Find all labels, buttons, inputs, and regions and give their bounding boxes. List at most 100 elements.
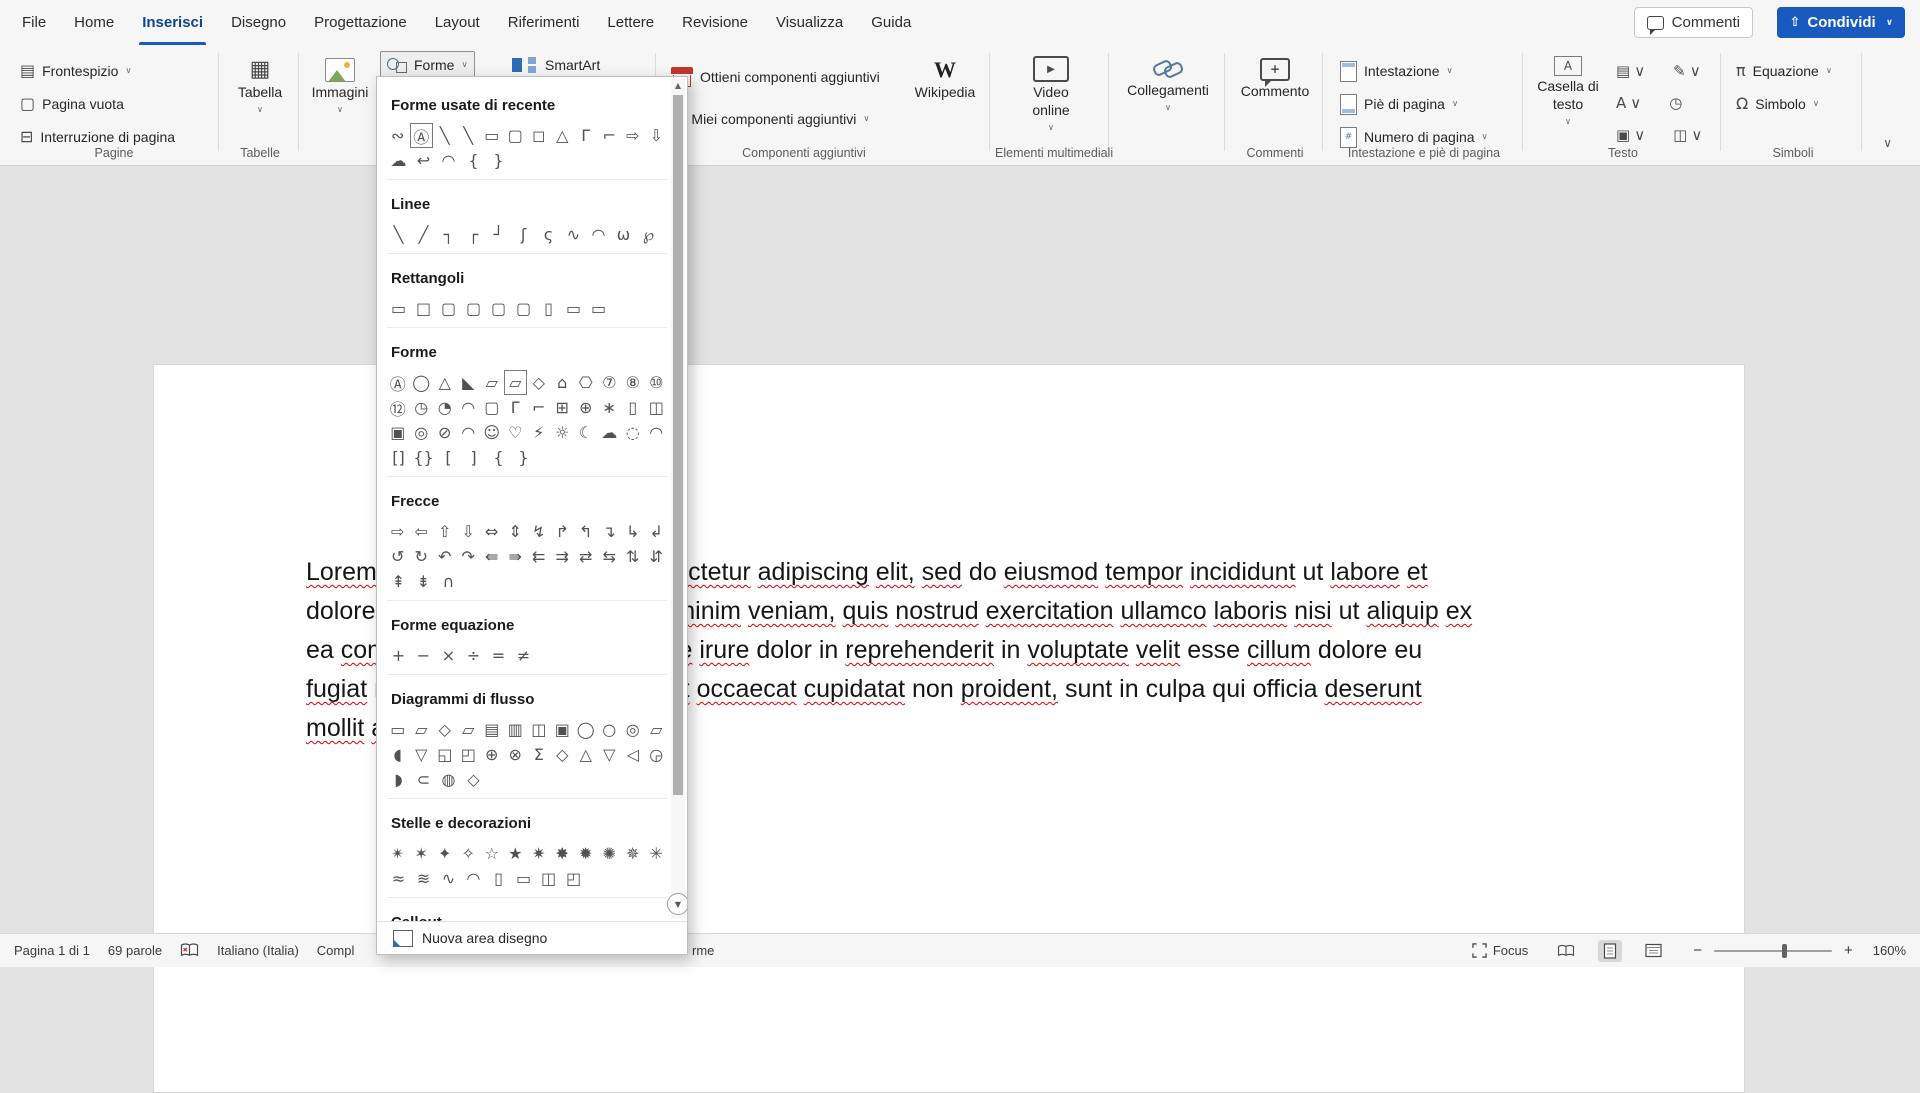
shape-item[interactable]: ╲	[458, 124, 480, 147]
shape-item[interactable]: ▱	[481, 371, 503, 394]
tab-file[interactable]: File	[8, 0, 60, 45]
shape-item[interactable]: ◇	[434, 718, 456, 741]
shape-item[interactable]: ⊕	[481, 743, 503, 766]
shape-item[interactable]: ✸	[552, 842, 574, 865]
web-layout-button[interactable]	[1640, 940, 1667, 961]
drop-cap-button[interactable]: ▣∨	[1610, 125, 1651, 145]
shape-item[interactable]: {	[462, 149, 485, 172]
shapes-button[interactable]: Forme ∨	[380, 51, 475, 79]
shape-item[interactable]: Γ	[575, 124, 597, 147]
shape-item[interactable]: ☁	[599, 421, 621, 444]
shape-item[interactable]: ∿	[437, 867, 460, 890]
comments-button[interactable]: Commenti	[1634, 7, 1753, 38]
shape-item[interactable]: ⇟	[412, 570, 435, 593]
shape-item[interactable]: ◫	[528, 718, 550, 741]
shape-item[interactable]: ▭	[512, 867, 535, 890]
shape-item[interactable]: ▭	[481, 124, 503, 147]
shape-item[interactable]: ⚡	[528, 421, 550, 444]
shape-item[interactable]: ◠	[458, 396, 480, 419]
shape-item[interactable]: ▽	[411, 743, 433, 766]
new-drawing-canvas-item[interactable]: Nuova area disegno	[377, 921, 687, 954]
wordart-button[interactable]: A∨	[1610, 93, 1647, 113]
shape-item[interactable]: ◰	[562, 867, 585, 890]
shape-item[interactable]: ↶	[434, 545, 456, 568]
shape-item[interactable]: ☾	[575, 421, 597, 444]
tab-revisione[interactable]: Revisione	[668, 0, 762, 45]
shape-item[interactable]: ∾	[387, 124, 409, 147]
shape-item[interactable]: △	[575, 743, 597, 766]
quick-parts-button[interactable]: ▤∨	[1610, 61, 1651, 81]
shape-item[interactable]: ⇩	[458, 520, 480, 543]
blank-page-button[interactable]: ▢ Pagina vuota	[14, 90, 130, 118]
shape-item[interactable]: Γ	[505, 396, 527, 419]
shape-item[interactable]: ▢	[437, 297, 460, 320]
scrollbar-up-icon[interactable]: ▲	[671, 81, 685, 90]
shape-item[interactable]: −	[412, 644, 435, 667]
shape-item[interactable]: ★	[505, 842, 527, 865]
shape-item[interactable]: ◠	[462, 867, 485, 890]
shape-item[interactable]: Ⓐ	[411, 124, 433, 147]
shape-item[interactable]: ◎	[622, 718, 644, 741]
tab-riferimenti[interactable]: Riferimenti	[494, 0, 594, 45]
shape-item[interactable]: ✴	[387, 842, 409, 865]
shape-item[interactable]: ▢	[487, 297, 510, 320]
shape-item[interactable]: △	[434, 371, 456, 394]
shape-item[interactable]: ▢	[481, 396, 503, 419]
shape-item[interactable]: ◱	[434, 743, 456, 766]
shape-item[interactable]: Ʃ	[528, 743, 550, 766]
share-button[interactable]: ⇧ Condividi ∨	[1777, 7, 1905, 38]
header-button[interactable]: Intestazione ∨	[1334, 57, 1459, 85]
shape-item[interactable]: ▭	[587, 297, 610, 320]
shape-item[interactable]: ↰	[575, 520, 597, 543]
proofing-errors-button[interactable]	[180, 943, 199, 958]
shape-item[interactable]: ⇦	[411, 520, 433, 543]
shape-item[interactable]: ↳	[622, 520, 644, 543]
shape-item[interactable]: ≠	[512, 644, 535, 667]
tab-lettere[interactable]: Lettere	[593, 0, 668, 45]
shape-item[interactable]: ⊂	[412, 768, 435, 791]
shape-item[interactable]: ⌐	[599, 124, 621, 147]
shape-item[interactable]: ÷	[462, 644, 485, 667]
equation-button[interactable]: π Equazione ∨	[1730, 57, 1838, 85]
shape-item[interactable]: ×	[437, 644, 460, 667]
shape-item[interactable]: ⇕	[505, 520, 527, 543]
shape-item[interactable]: ◯	[411, 371, 433, 394]
shape-item[interactable]: ⑦	[599, 371, 621, 394]
object-button[interactable]: ◫∨	[1667, 125, 1708, 145]
signature-line-button[interactable]: ✎∨	[1667, 61, 1707, 81]
shape-item[interactable]: []	[387, 446, 410, 469]
shape-item[interactable]: ⇚	[481, 545, 503, 568]
date-time-button[interactable]: ◷	[1663, 93, 1688, 113]
shape-item[interactable]: ✳	[646, 842, 668, 865]
shape-item[interactable]: ✧	[458, 842, 480, 865]
shape-item[interactable]: ⇧	[434, 520, 456, 543]
shape-item[interactable]: ✷	[528, 842, 550, 865]
zoom-percentage[interactable]: 160%	[1873, 943, 1906, 958]
collapse-ribbon-button[interactable]: ∨	[1877, 135, 1898, 151]
tab-disegno[interactable]: Disegno	[217, 0, 300, 45]
focus-mode-button[interactable]: Focus	[1472, 943, 1528, 958]
scrollbar-down-button[interactable]: ▼	[667, 893, 687, 915]
shape-item[interactable]: ʃ	[512, 223, 535, 246]
shape-item[interactable]: ⇉	[552, 545, 574, 568]
shape-item[interactable]: +	[387, 644, 410, 667]
shape-item[interactable]: ▭	[387, 718, 409, 741]
get-addins-button[interactable]: Ottieni componenti aggiuntivi	[665, 63, 886, 91]
shape-item[interactable]: ⇵	[646, 545, 668, 568]
shape-item[interactable]: ∩	[437, 570, 460, 593]
shape-item[interactable]: ◰	[458, 743, 480, 766]
shape-item[interactable]: ◖	[387, 743, 409, 766]
shape-item[interactable]: ▭	[387, 297, 410, 320]
shapes-scrollbar[interactable]: ▲ ▼	[671, 79, 685, 919]
shape-item[interactable]: ▢	[505, 124, 527, 147]
shape-item[interactable]: ⊞	[552, 396, 574, 419]
shape-item[interactable]: ⎔	[575, 371, 597, 394]
shape-item[interactable]: ⇩	[646, 124, 668, 147]
shape-item[interactable]: ▥	[505, 718, 527, 741]
shape-item[interactable]: ≋	[412, 867, 435, 890]
shape-item[interactable]: ≈	[387, 867, 410, 890]
shape-item[interactable]: ▯	[537, 297, 560, 320]
cover-page-button[interactable]: ▤ Frontespizio ∨	[14, 57, 138, 85]
shape-item[interactable]: ◫	[537, 867, 560, 890]
shape-item[interactable]: ▯	[622, 396, 644, 419]
